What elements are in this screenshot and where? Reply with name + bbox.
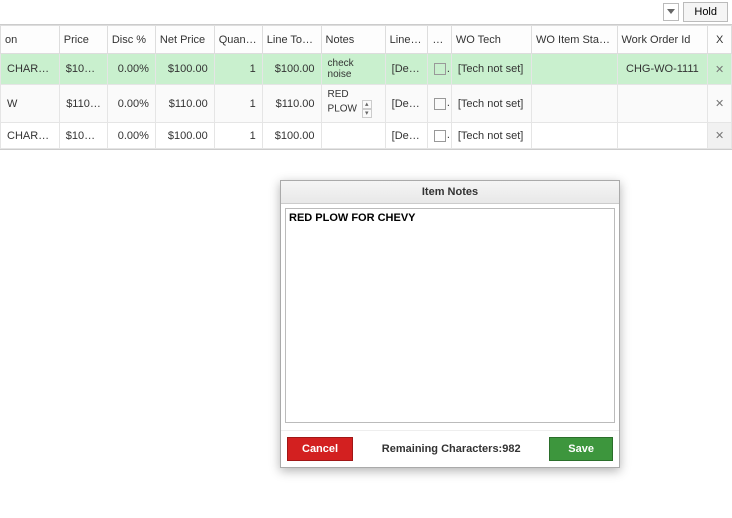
checkbox-icon <box>434 98 446 110</box>
cell-notes[interactable] <box>321 123 385 149</box>
cell-linetotal: $100.00 <box>262 54 321 85</box>
grid-area: on Price Disc % Net Price Quan… Line To…… <box>0 25 732 150</box>
cell-wotech: [Tech not set] <box>451 54 531 85</box>
cell-price: $100… <box>59 54 107 85</box>
cell-woid <box>617 123 708 149</box>
cell-notes[interactable]: check noise <box>321 54 385 85</box>
cell-desc: W <box>1 85 60 123</box>
row-delete[interactable]: ✕ <box>708 54 732 85</box>
table-header: on Price Disc % Net Price Quan… Line To…… <box>1 26 732 54</box>
cell-check[interactable] <box>428 123 452 149</box>
cell-net: $100.00 <box>155 54 214 85</box>
checkbox-icon <box>434 63 446 75</box>
col-x[interactable]: X <box>708 26 732 54</box>
col-lineid[interactable]: Line I… <box>385 26 428 54</box>
cell-wostatus <box>532 85 617 123</box>
cell-desc: CHARGE… <box>1 54 60 85</box>
cell-wostatus <box>532 123 617 149</box>
row-delete[interactable]: ✕ <box>708 123 732 149</box>
cell-wotech: [Tech not set] <box>451 85 531 123</box>
cell-desc: CHARGE… <box>1 123 60 149</box>
dropdown-toggle[interactable] <box>663 3 679 21</box>
cell-qty: 1 <box>214 85 262 123</box>
cell-lineid: [Def… <box>385 54 428 85</box>
dialog-footer: Cancel Remaining Characters:982 Save <box>281 430 619 467</box>
notes-spinner[interactable]: ▴ ▾ <box>362 100 372 118</box>
cell-lineid: [Def… <box>385 85 428 123</box>
cell-linetotal: $100.00 <box>262 123 321 149</box>
col-wotech[interactable]: WO Tech <box>451 26 531 54</box>
dialog-body <box>281 204 619 430</box>
col-disc[interactable]: Disc % <box>107 26 155 54</box>
notes-textarea[interactable] <box>285 208 615 423</box>
row-delete[interactable]: ✕ <box>708 85 732 123</box>
table-row[interactable]: W $110… 0.00% $110.00 1 $110.00 RED PLOW… <box>1 85 732 123</box>
cell-disc: 0.00% <box>107 54 155 85</box>
col-linetotal[interactable]: Line To… <box>262 26 321 54</box>
checkbox-icon <box>434 130 446 142</box>
cell-wostatus <box>532 54 617 85</box>
cell-check[interactable] <box>428 85 452 123</box>
col-net[interactable]: Net Price <box>155 26 214 54</box>
col-notes[interactable]: Notes <box>321 26 385 54</box>
hold-button[interactable]: Hold <box>683 2 728 22</box>
spinner-down-icon[interactable]: ▾ <box>362 109 372 118</box>
cell-woid: CHG-WO-1111 <box>617 54 708 85</box>
col-price[interactable]: Price <box>59 26 107 54</box>
cell-lineid: [Def… <box>385 123 428 149</box>
cell-disc: 0.00% <box>107 85 155 123</box>
col-desc[interactable]: on <box>1 26 60 54</box>
cell-net: $100.00 <box>155 123 214 149</box>
dialog-title: Item Notes <box>281 181 619 204</box>
cell-wotech: [Tech not set] <box>451 123 531 149</box>
col-check[interactable]: … <box>428 26 452 54</box>
table-row[interactable]: CHARGE… $100… 0.00% $100.00 1 $100.00 ch… <box>1 54 732 85</box>
col-woid[interactable]: Work Order Id <box>617 26 708 54</box>
cell-woid <box>617 85 708 123</box>
cell-qty: 1 <box>214 54 262 85</box>
notes-text: RED PLOW <box>328 89 357 115</box>
col-qty[interactable]: Quan… <box>214 26 262 54</box>
cell-linetotal: $110.00 <box>262 85 321 123</box>
chevron-down-icon <box>667 9 675 15</box>
cell-qty: 1 <box>214 123 262 149</box>
cell-check[interactable] <box>428 54 452 85</box>
spinner-up-icon[interactable]: ▴ <box>362 100 372 109</box>
col-wostatus[interactable]: WO Item Status <box>532 26 617 54</box>
cell-price: $100… <box>59 123 107 149</box>
cell-disc: 0.00% <box>107 123 155 149</box>
top-bar: Hold <box>0 0 732 25</box>
item-notes-dialog: Item Notes Cancel Remaining Characters:9… <box>280 180 620 468</box>
cell-net: $110.00 <box>155 85 214 123</box>
save-button[interactable]: Save <box>549 437 613 461</box>
cell-price: $110… <box>59 85 107 123</box>
remaining-characters: Remaining Characters:982 <box>363 443 539 455</box>
items-table: on Price Disc % Net Price Quan… Line To…… <box>0 25 732 149</box>
cell-notes[interactable]: RED PLOW ▴ ▾ <box>321 85 385 123</box>
table-row[interactable]: CHARGE… $100… 0.00% $100.00 1 $100.00 [D… <box>1 123 732 149</box>
cancel-button[interactable]: Cancel <box>287 437 353 461</box>
